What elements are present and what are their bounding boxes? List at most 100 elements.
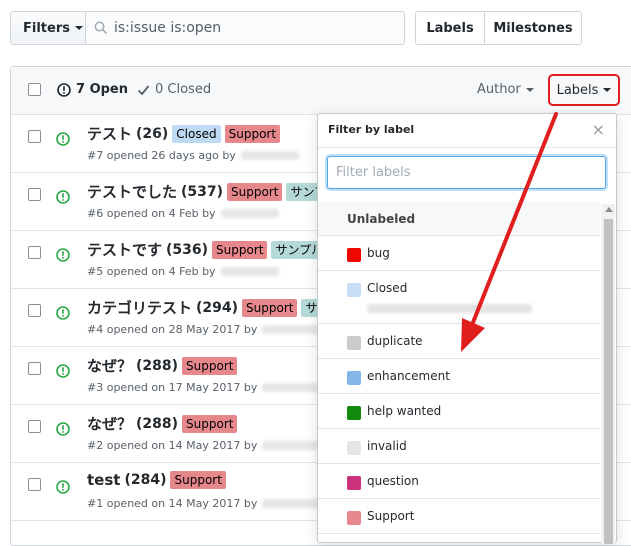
check-icon (137, 84, 150, 95)
issue-meta: #3 opened on 17 May 2017 by (87, 381, 321, 394)
label-color-swatch (347, 476, 361, 490)
scrollbar-thumb[interactable] (604, 219, 613, 544)
issue-title-link[interactable]: テストでした (87, 181, 177, 202)
filters-label: Filters (23, 20, 70, 36)
issue-checkbox[interactable] (28, 188, 41, 201)
label-color-swatch (347, 336, 361, 350)
issues-toolbar: Filters is:issue is:open Labels Mileston… (0, 0, 631, 60)
issue-title-line: なぜ？ (288) Support (87, 355, 238, 376)
milestones-tab[interactable]: Milestones (485, 12, 581, 44)
redacted-description (367, 304, 532, 313)
issue-opened-icon (56, 306, 70, 320)
label-option-question[interactable]: question (318, 464, 600, 499)
issue-label-badge[interactable]: Support (182, 356, 238, 375)
redacted-author (262, 383, 321, 392)
label-color-swatch (347, 441, 361, 455)
issue-checkbox[interactable] (28, 130, 41, 143)
label-color-swatch (347, 406, 361, 420)
label-filter-dropdown: Filter by label × Unlabeled bug Closed dup… (317, 113, 617, 544)
issue-opened-icon (56, 480, 70, 494)
close-icon[interactable]: × (592, 120, 605, 139)
issue-meta-text: #1 opened on 14 May 2017 by (87, 497, 258, 510)
scroll-up-icon[interactable] (605, 207, 613, 212)
issue-checkbox[interactable] (28, 246, 41, 259)
issue-label-badge[interactable]: Support (242, 298, 298, 317)
issue-checkbox[interactable] (28, 478, 41, 491)
redacted-author (240, 151, 299, 160)
issue-checkbox[interactable] (28, 362, 41, 375)
label-option-invalid[interactable]: invalid (318, 429, 600, 464)
issue-checkbox[interactable] (28, 304, 41, 317)
label-option-unlabeled[interactable]: Unlabeled (318, 202, 600, 236)
issue-title-line: テスト (26) Closed Support (87, 123, 281, 144)
redacted-author (262, 325, 321, 334)
label-option-duplicate[interactable]: duplicate (318, 324, 600, 359)
issue-title-link[interactable]: なぜ？ (87, 355, 132, 376)
issue-label-badge[interactable]: Support (170, 471, 226, 489)
issue-opened-icon (56, 248, 70, 262)
chevron-down-icon (74, 26, 83, 30)
issue-title-link[interactable]: test (87, 471, 120, 489)
search-input[interactable]: is:issue is:open (85, 11, 405, 45)
issues-list-header: 7 Open 0 Closed Author Labels (11, 67, 631, 115)
issue-opened-icon (56, 422, 70, 436)
label-option-name: Unlabeled (347, 212, 416, 226)
label-color-swatch (347, 248, 361, 262)
label-option-support[interactable]: Support (318, 499, 600, 534)
select-all-checkbox[interactable] (28, 83, 41, 96)
issue-comment-count: (536) (166, 241, 209, 258)
issue-title-link[interactable]: テストです (87, 239, 162, 260)
label-option-name: bug (367, 246, 390, 260)
issue-meta: #2 opened on 14 May 2017 by (87, 439, 321, 452)
search-icon (94, 21, 108, 35)
label-options-list: Unlabeled bug Closed duplicate enhancement h… (318, 202, 600, 534)
issue-meta: #5 opened on 4 Feb by (87, 265, 279, 278)
issue-label-badge[interactable]: Support (182, 414, 238, 433)
label-option-closed[interactable]: Closed (318, 271, 600, 324)
open-issues-toggle[interactable]: 7 Open (57, 82, 128, 97)
issue-comment-count: (288) (136, 415, 179, 432)
label-option-name: question (367, 474, 419, 488)
labels-tab[interactable]: Labels (416, 12, 485, 44)
filter-labels-input[interactable] (327, 156, 606, 189)
redacted-author (262, 441, 321, 450)
issue-title-link[interactable]: カテゴリテスト (87, 297, 192, 318)
author-filter-button[interactable]: Author (477, 82, 534, 97)
issue-title-link[interactable]: なぜ？ (87, 413, 132, 434)
issue-label-badge[interactable]: Support (227, 182, 283, 201)
issue-meta: #7 opened 26 days ago by (87, 149, 299, 162)
label-option-enhancement[interactable]: enhancement (318, 359, 600, 394)
issue-opened-icon (56, 364, 70, 378)
issue-meta: #1 opened on 14 May 2017 by (87, 497, 321, 510)
issue-title-line: テストです (536) Support サンプル (87, 239, 328, 260)
issue-checkbox[interactable] (28, 420, 41, 433)
issue-title-line: なぜ？ (288) Support (87, 413, 238, 434)
labels-filter-label: Labels (556, 82, 599, 98)
issue-label-badge[interactable]: Support (224, 124, 281, 143)
filters-button[interactable]: Filters (10, 11, 86, 45)
issue-label-badge[interactable]: Support (212, 240, 268, 259)
closed-count: 0 Closed (155, 82, 212, 97)
issue-opened-icon (56, 190, 70, 204)
chevron-down-icon (525, 87, 534, 92)
issue-title-line: カテゴリテスト (294) Support サ (87, 297, 322, 318)
closed-issues-toggle[interactable]: 0 Closed (137, 82, 211, 97)
dropdown-title: Filter by label (328, 123, 415, 136)
issue-comment-count: (26) (136, 125, 169, 142)
label-option-help-wanted[interactable]: help wanted (318, 394, 600, 429)
label-option-name: help wanted (367, 404, 442, 418)
author-label: Author (477, 82, 521, 97)
labels-milestones-nav: Labels Milestones (415, 11, 582, 45)
issue-meta: #4 opened on 28 May 2017 by (87, 323, 321, 336)
issue-meta: #6 opened on 4 Feb by (87, 207, 279, 220)
labels-filter-button[interactable]: Labels (548, 74, 620, 106)
label-option-bug[interactable]: bug (318, 236, 600, 271)
label-color-swatch (347, 283, 361, 297)
issue-meta-text: #2 opened on 14 May 2017 by (87, 439, 258, 452)
issue-title-link[interactable]: テスト (87, 123, 132, 144)
issue-title-line: test (284) Support (87, 471, 226, 489)
open-count: 7 Open (76, 82, 128, 97)
chevron-down-icon (603, 88, 612, 92)
issue-opened-icon (57, 82, 71, 97)
issue-label-badge[interactable]: Closed (172, 124, 221, 143)
